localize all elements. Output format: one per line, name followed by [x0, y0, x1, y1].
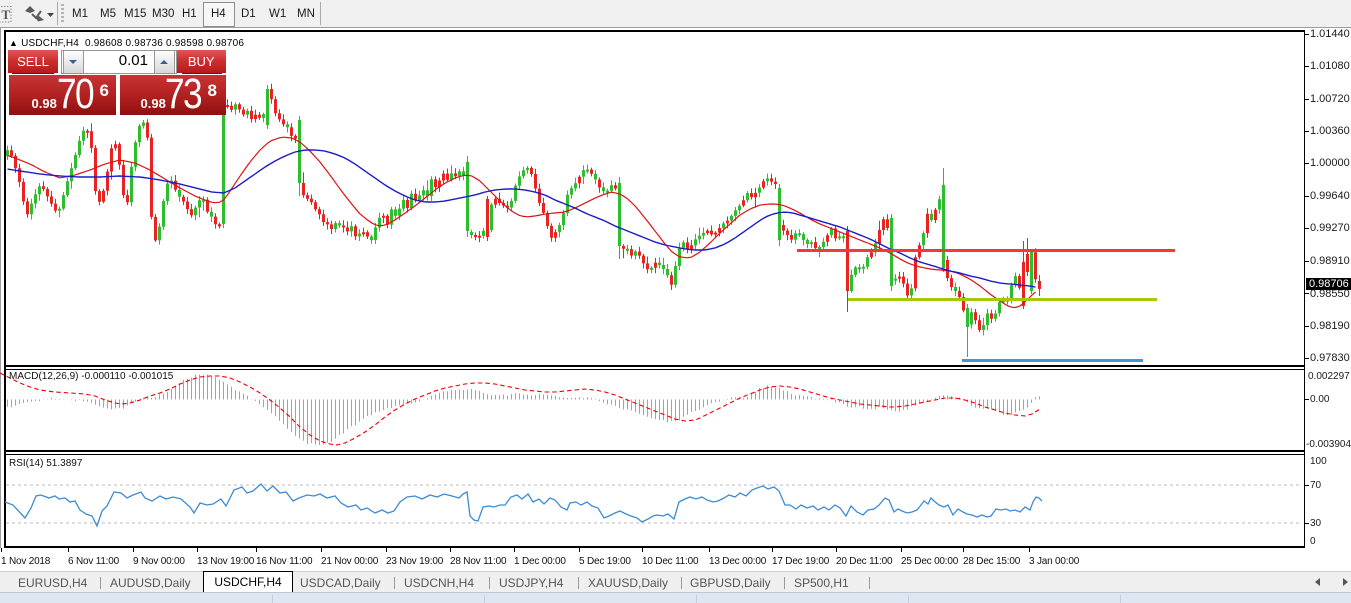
svg-text:T: T: [2, 7, 11, 22]
